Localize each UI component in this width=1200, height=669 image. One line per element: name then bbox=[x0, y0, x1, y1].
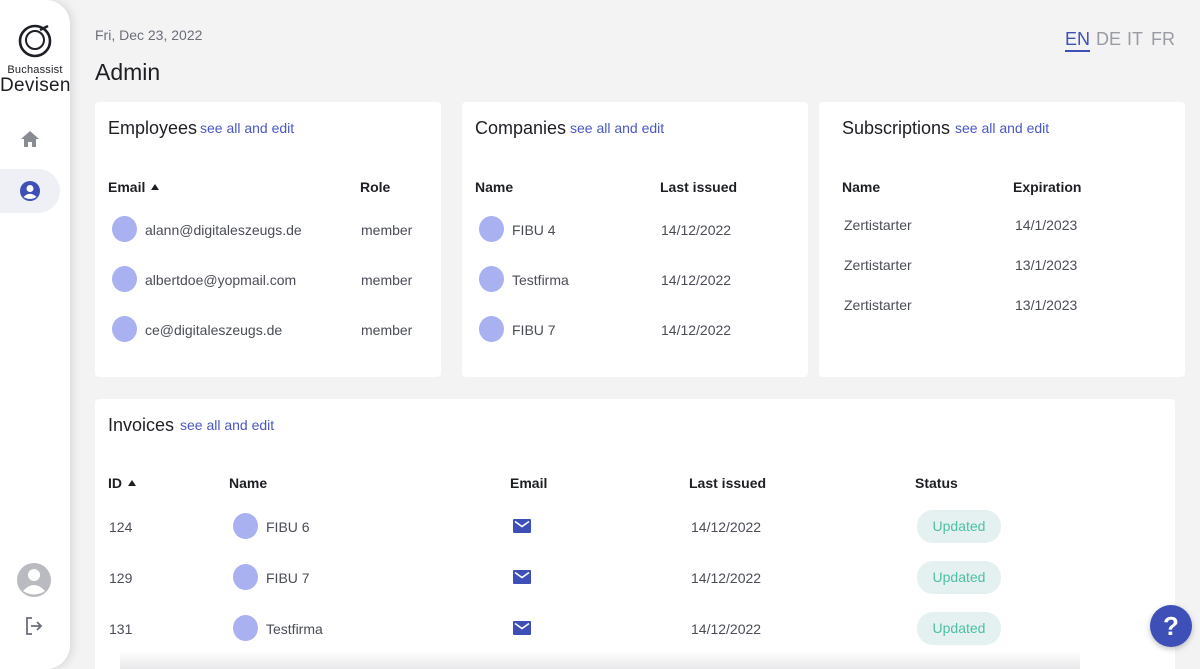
employee-email[interactable]: ce@digitaleszeugs.de bbox=[145, 322, 282, 338]
subscription-name[interactable]: Zertistarter bbox=[844, 217, 912, 233]
mail-icon[interactable] bbox=[513, 570, 531, 584]
sort-ascending-icon bbox=[151, 184, 160, 190]
invoices-col-id[interactable]: ID bbox=[108, 475, 136, 491]
status-badge: Updated bbox=[917, 612, 1001, 645]
app-logo[interactable]: Buchassist Devisen bbox=[0, 24, 70, 96]
employees-col-email[interactable]: Email bbox=[108, 179, 160, 195]
invoice-id: 131 bbox=[109, 621, 133, 637]
invoice-id: 129 bbox=[109, 570, 133, 586]
company-avatar bbox=[479, 266, 504, 292]
home-icon bbox=[21, 131, 39, 147]
employees-col-role: Role bbox=[360, 179, 391, 195]
invoice-avatar bbox=[233, 615, 258, 641]
invoice-avatar bbox=[233, 513, 258, 539]
logo-mark-icon bbox=[18, 24, 52, 58]
company-name[interactable]: Testfirma bbox=[512, 272, 569, 288]
employees-see-all-link[interactable]: see all and edit bbox=[200, 120, 294, 136]
subscriptions-see-all-link[interactable]: see all and edit bbox=[955, 120, 1049, 136]
companies-card: Companies see all and edit Name Last iss… bbox=[462, 102, 808, 377]
employee-role: member bbox=[361, 322, 413, 338]
mail-icon[interactable] bbox=[513, 621, 531, 635]
subscription-expiration: 13/1/2023 bbox=[1015, 297, 1078, 313]
user-avatar-icon[interactable] bbox=[17, 562, 51, 598]
employees-col-email-label: Email bbox=[108, 179, 146, 195]
company-last-issued: 14/12/2022 bbox=[661, 272, 732, 288]
company-last-issued: 14/12/2022 bbox=[661, 322, 732, 338]
employees-title: Employees bbox=[108, 118, 198, 138]
company-name[interactable]: FIBU 4 bbox=[512, 222, 556, 238]
subscriptions-title: Subscriptions bbox=[842, 118, 951, 138]
invoices-col-id-label: ID bbox=[108, 475, 122, 491]
sidebar: Buchassist Devisen bbox=[0, 0, 70, 669]
companies-title: Companies bbox=[475, 118, 567, 138]
invoice-id: 124 bbox=[109, 519, 133, 535]
invoice-last-issued: 14/12/2022 bbox=[691, 621, 762, 637]
company-avatar bbox=[479, 316, 504, 342]
invoices-col-email: Email bbox=[510, 475, 548, 491]
subscription-expiration: 13/1/2023 bbox=[1015, 257, 1078, 273]
lang-de[interactable]: DE bbox=[1096, 29, 1121, 50]
subscription-name[interactable]: Zertistarter bbox=[844, 297, 912, 313]
scroll-fade bbox=[120, 651, 1080, 669]
current-date: Fri, Dec 23, 2022 bbox=[95, 27, 203, 43]
invoices-see-all-link[interactable]: see all and edit bbox=[180, 417, 274, 433]
employee-avatar bbox=[112, 216, 137, 242]
company-last-issued: 14/12/2022 bbox=[661, 222, 732, 238]
companies-see-all-link[interactable]: see all and edit bbox=[570, 120, 664, 136]
lang-it[interactable]: IT bbox=[1127, 29, 1143, 50]
subscriptions-col-name: Name bbox=[842, 179, 881, 195]
invoices-col-last-issued: Last issued bbox=[689, 475, 767, 491]
employee-avatar bbox=[112, 316, 137, 342]
invoices-card: Invoices see all and edit ID Name Email … bbox=[95, 399, 1175, 669]
invoices-col-status: Status bbox=[915, 475, 958, 491]
subscription-expiration: 14/1/2023 bbox=[1015, 217, 1078, 233]
help-button[interactable]: ? bbox=[1150, 605, 1192, 647]
sidebar-item-admin[interactable] bbox=[0, 169, 60, 213]
subscriptions-col-expiration: Expiration bbox=[1013, 179, 1082, 195]
invoice-name[interactable]: FIBU 6 bbox=[266, 519, 310, 535]
company-avatar bbox=[479, 216, 504, 242]
subscription-name[interactable]: Zertistarter bbox=[844, 257, 912, 273]
companies-col-name: Name bbox=[475, 179, 514, 195]
status-badge: Updated bbox=[917, 561, 1001, 594]
lang-en[interactable]: EN bbox=[1065, 29, 1091, 52]
company-name[interactable]: FIBU 7 bbox=[512, 322, 556, 338]
page-title: Admin bbox=[95, 59, 161, 85]
employees-card: Employees see all and edit Email Role al… bbox=[95, 102, 441, 377]
employee-email[interactable]: albertdoe@yopmail.com bbox=[145, 272, 296, 288]
invoices-col-name: Name bbox=[229, 475, 268, 491]
employee-email[interactable]: alann@digitaleszeugs.de bbox=[145, 222, 302, 238]
invoice-last-issued: 14/12/2022 bbox=[691, 570, 762, 586]
subscriptions-card: Subscriptions see all and edit Name Expi… bbox=[819, 102, 1185, 377]
invoice-name[interactable]: Testfirma bbox=[266, 621, 323, 637]
lang-fr[interactable]: FR bbox=[1151, 29, 1175, 50]
invoices-title: Invoices bbox=[108, 415, 175, 435]
status-badge: Updated bbox=[917, 510, 1001, 543]
sort-ascending-icon bbox=[128, 480, 136, 486]
employee-role: member bbox=[361, 272, 413, 288]
invoice-name[interactable]: FIBU 7 bbox=[266, 570, 310, 586]
employee-role: member bbox=[361, 222, 413, 238]
invoice-avatar bbox=[233, 564, 258, 590]
invoice-last-issued: 14/12/2022 bbox=[691, 519, 762, 535]
companies-col-last-issued: Last issued bbox=[660, 179, 738, 195]
employee-avatar bbox=[112, 266, 137, 292]
logout-icon[interactable] bbox=[22, 614, 46, 638]
user-circle-icon bbox=[20, 181, 40, 201]
mail-icon[interactable] bbox=[513, 519, 531, 533]
sidebar-item-home[interactable] bbox=[0, 117, 60, 161]
logo-text-bottom: Devisen bbox=[0, 75, 71, 96]
